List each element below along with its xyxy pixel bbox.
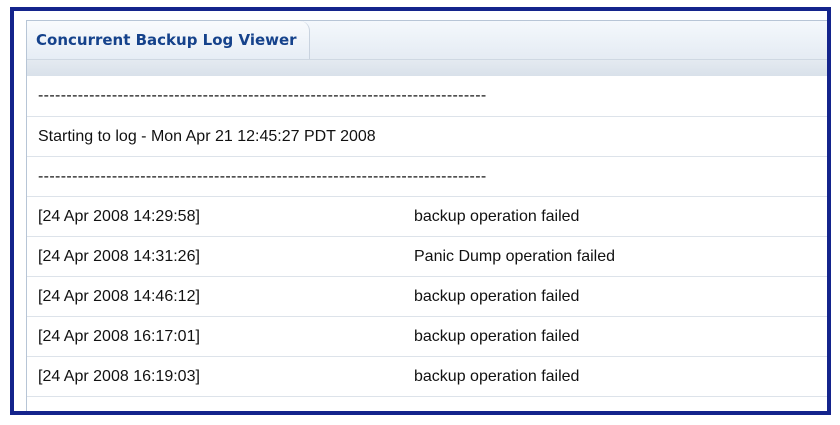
log-entry-message: backup operation failed: [414, 288, 580, 305]
log-entry-timestamp: [24 Apr 2008 14:46:12]: [38, 288, 200, 305]
log-entry-row: [24 Apr 2008 16:17:01] backup operation …: [27, 317, 827, 357]
panel-title: Concurrent Backup Log Viewer: [27, 21, 310, 60]
log-viewer-panel: Concurrent Backup Log Viewer -----------…: [26, 20, 827, 411]
log-entry-timestamp: [24 Apr 2008 14:29:58]: [38, 208, 200, 225]
log-viewer-window: Concurrent Backup Log Viewer -----------…: [10, 7, 831, 415]
log-entry-message: backup operation failed: [414, 208, 580, 225]
log-entry-timestamp: [24 Apr 2008 16:19:03]: [38, 368, 200, 385]
log-entry-message: Panic Dump operation failed: [414, 248, 616, 265]
log-entry-row: [24 Apr 2008 14:29:58] backup operation …: [27, 197, 827, 237]
log-entry-timestamp: [24 Apr 2008 14:31:26]: [38, 248, 200, 265]
log-entry-row: [24 Apr 2008 16:19:03] backup operation …: [27, 357, 827, 397]
log-list: ----------------------------------------…: [27, 76, 827, 397]
log-separator-line: ----------------------------------------…: [27, 76, 827, 117]
log-entry-message: backup operation failed: [414, 328, 580, 345]
log-separator-line: ----------------------------------------…: [27, 157, 827, 197]
panel-header: Concurrent Backup Log Viewer: [27, 21, 827, 76]
log-entry-row: [24 Apr 2008 14:46:12] backup operation …: [27, 277, 827, 317]
log-start-line: Starting to log - Mon Apr 21 12:45:27 PD…: [27, 117, 827, 157]
panel-subheader: [27, 59, 827, 76]
log-entry-message: backup operation failed: [414, 368, 580, 385]
log-entry-timestamp: [24 Apr 2008 16:17:01]: [38, 328, 200, 345]
log-entry-row: [24 Apr 2008 14:31:26] Panic Dump operat…: [27, 237, 827, 277]
